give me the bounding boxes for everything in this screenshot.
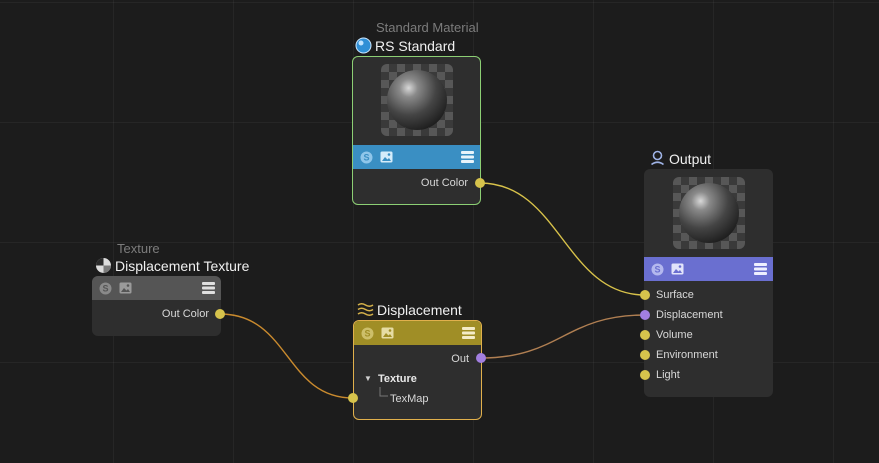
image-icon[interactable] <box>118 281 132 295</box>
rs-standard-title-text: RS Standard <box>375 37 456 54</box>
displacement-out-label: Out <box>451 353 469 365</box>
out-color-label: Out Color <box>420 177 468 189</box>
image-icon[interactable] <box>380 326 394 340</box>
texture-out-color-label: Out Color <box>161 308 209 320</box>
redshift-icon[interactable]: S <box>98 281 112 295</box>
texture-group-label[interactable]: Texture <box>378 373 417 385</box>
menu-icon[interactable] <box>201 281 215 295</box>
rs-standard-toolbar: S <box>353 145 480 169</box>
output-preview <box>672 177 745 249</box>
redshift-icon[interactable]: S <box>650 262 664 276</box>
displacement-icon <box>357 303 374 316</box>
wire-out-to-displacement[interactable] <box>480 314 646 359</box>
output-node[interactable]: S Surface Displacement Volume Environmen… <box>644 169 773 397</box>
displacement-title[interactable]: Displacement <box>357 301 462 318</box>
svg-text:S: S <box>654 264 660 274</box>
displacement-texture-title[interactable]: Displacement Texture <box>95 257 249 274</box>
texture-toolbar: S <box>92 276 221 300</box>
output-surface-port[interactable] <box>640 290 650 300</box>
menu-icon[interactable] <box>461 326 475 340</box>
sphere-icon <box>355 37 372 54</box>
light-label: Light <box>656 369 680 381</box>
displacement-toolbar: S <box>354 321 481 345</box>
chevron-down-icon[interactable]: ▼ <box>364 374 372 383</box>
displacement-texture-title-text: Displacement Texture <box>115 257 250 274</box>
svg-text:S: S <box>363 152 369 162</box>
output-light-port[interactable] <box>640 370 650 380</box>
standard-material-type-label: Standard Material <box>376 20 479 35</box>
volume-label: Volume <box>656 329 693 341</box>
texture-type-label: Texture <box>117 241 160 256</box>
texture-out-color-port[interactable] <box>215 309 225 319</box>
surface-label: Surface <box>656 289 694 301</box>
displacement-texmap-port[interactable] <box>348 393 358 403</box>
svg-text:S: S <box>364 328 370 338</box>
displacement-out-port[interactable] <box>476 353 486 363</box>
displacement-node[interactable]: S Out ▼ Texture TexMap <box>353 320 482 420</box>
output-icon <box>651 150 664 166</box>
menu-icon[interactable] <box>753 262 767 276</box>
displacement-title-text: Displacement <box>377 301 462 318</box>
tree-branch-icon <box>379 387 388 397</box>
output-environment-port[interactable] <box>640 350 650 360</box>
redshift-icon[interactable]: S <box>360 326 374 340</box>
menu-icon[interactable] <box>460 150 474 164</box>
material-preview <box>380 64 453 136</box>
output-toolbar: S <box>644 257 773 281</box>
displacement-label: Displacement <box>656 309 723 321</box>
rs-standard-node[interactable]: S Out Color <box>352 56 481 205</box>
rs-standard-out-color-port[interactable] <box>475 178 485 188</box>
output-title[interactable]: Output <box>649 150 711 167</box>
output-volume-port[interactable] <box>640 330 650 340</box>
texture-icon <box>96 258 111 273</box>
wire-outcolor-to-surface[interactable] <box>479 182 646 296</box>
image-icon[interactable] <box>379 150 393 164</box>
svg-text:S: S <box>102 283 108 293</box>
environment-label: Environment <box>656 349 718 361</box>
output-displacement-port[interactable] <box>640 310 650 320</box>
redshift-icon[interactable]: S <box>359 150 373 164</box>
displacement-texture-node[interactable]: S Out Color <box>92 276 221 336</box>
wire-texture-to-texmap[interactable] <box>219 313 354 399</box>
output-title-text: Output <box>669 150 712 167</box>
texmap-label: TexMap <box>390 393 429 405</box>
rs-standard-title[interactable]: RS Standard <box>355 37 455 54</box>
image-icon[interactable] <box>670 262 684 276</box>
